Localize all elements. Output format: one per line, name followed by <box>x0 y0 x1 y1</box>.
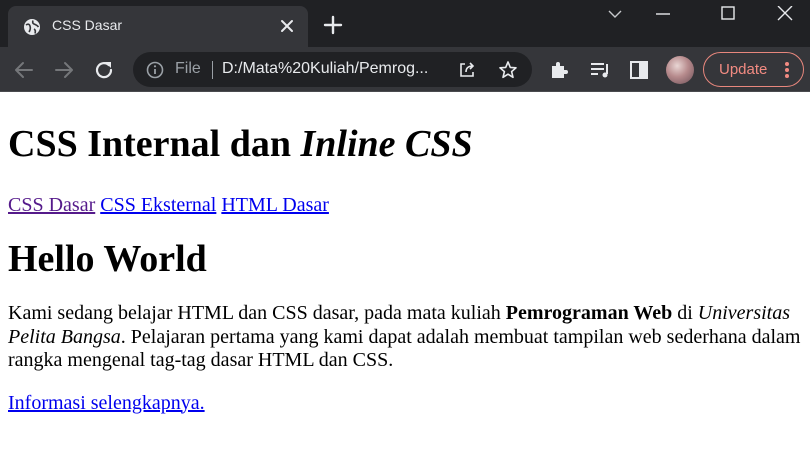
info-icon[interactable] <box>146 61 164 79</box>
minimize-icon <box>656 13 670 15</box>
browser-tab[interactable]: CSS Dasar <box>8 6 308 47</box>
section-heading: Hello World <box>8 238 207 280</box>
nav-link-css-eksternal[interactable]: CSS Eksternal <box>100 194 216 216</box>
more-vertical-icon <box>785 62 789 78</box>
url-separator <box>212 61 213 79</box>
address-bar[interactable]: File D:/Mata%20Kuliah/Pemrog... <box>133 52 532 87</box>
minimize-button[interactable] <box>640 0 686 28</box>
more-info: Informasi selengkapnya. <box>8 391 802 415</box>
update-button[interactable]: Update <box>703 52 804 87</box>
url-scheme-label: File <box>175 60 201 77</box>
chevron-down-icon <box>608 10 622 18</box>
share-icon[interactable] <box>457 60 477 80</box>
page-title-italic: Inline CSS <box>300 123 473 165</box>
tab-title: CSS Dasar <box>52 17 123 33</box>
forward-arrow-icon[interactable] <box>52 58 76 82</box>
side-panel-icon[interactable] <box>627 58 651 82</box>
url-text[interactable]: D:/Mata%20Kuliah/Pemrog... <box>222 60 462 78</box>
intro-paragraph: Kami sedang belajar HTML dan CSS dasar, … <box>8 302 802 373</box>
maximize-button[interactable] <box>705 0 751 28</box>
profile-avatar[interactable] <box>666 56 694 84</box>
star-icon[interactable] <box>498 60 518 80</box>
page-title: CSS Internal dan Inline CSS <box>8 122 802 166</box>
maximize-icon <box>721 6 735 20</box>
browser-titlebar: CSS Dasar <box>0 0 810 47</box>
globe-icon <box>24 19 40 35</box>
tab-search-button[interactable] <box>592 0 638 28</box>
close-icon <box>777 6 793 21</box>
course-name: Pemrograman Web <box>505 302 673 324</box>
paragraph-text-1: Kami sedang belajar HTML dan CSS dasar, … <box>8 302 506 324</box>
paragraph-text-3: . Pelajaran pertama yang kami dapat adal… <box>8 325 801 372</box>
page-title-text: CSS Internal dan <box>8 123 301 165</box>
puzzle-icon[interactable] <box>548 58 572 82</box>
nav-link-css-dasar[interactable]: CSS Dasar <box>8 194 95 216</box>
nav-link-html-dasar[interactable]: HTML Dasar <box>221 194 329 216</box>
paragraph-text-2: di <box>672 302 698 324</box>
close-icon[interactable] <box>278 17 296 35</box>
plus-icon[interactable] <box>322 14 344 36</box>
playlist-icon[interactable] <box>588 58 612 82</box>
update-label: Update <box>719 61 768 78</box>
nav-links: CSS Dasar CSS Eksternal HTML Dasar <box>8 193 802 217</box>
browser-toolbar: File D:/Mata%20Kuliah/Pemrog... Update <box>0 47 810 92</box>
page-content: CSS Internal dan Inline CSS CSS Dasar CS… <box>0 93 810 470</box>
window-close-button[interactable] <box>762 0 808 28</box>
back-arrow-icon[interactable] <box>12 58 36 82</box>
reload-icon[interactable] <box>92 58 116 82</box>
more-info-link[interactable]: Informasi selengkapnya. <box>8 392 205 414</box>
